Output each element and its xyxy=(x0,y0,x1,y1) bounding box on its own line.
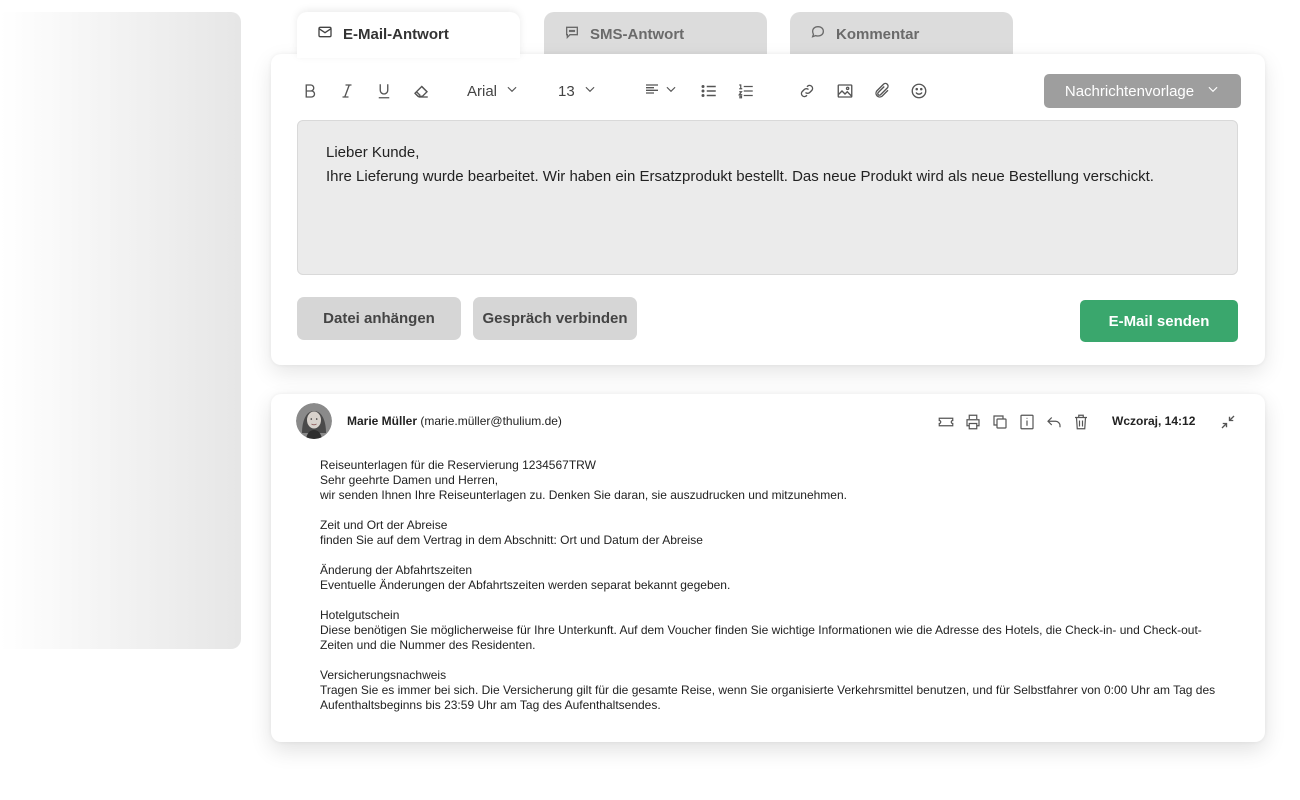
mail-line: Hotelgutschein xyxy=(320,608,400,622)
ticket-icon[interactable] xyxy=(937,413,955,431)
numbered-list-icon[interactable] xyxy=(737,79,755,103)
font-family-value: Arial xyxy=(467,82,498,100)
sender-email: (marie.müller@thulium.de) xyxy=(420,414,562,428)
tab-comment[interactable]: Kommentar xyxy=(790,12,1013,58)
font-size-value: 13 xyxy=(558,82,575,100)
print-icon[interactable] xyxy=(964,413,982,431)
collapse-icon[interactable] xyxy=(1219,413,1237,431)
mail-line: Reiseunterlagen für die Reservierung 123… xyxy=(320,458,596,472)
bold-icon[interactable] xyxy=(301,79,319,103)
trash-icon[interactable] xyxy=(1072,413,1090,431)
editor-line: Lieber Kunde, xyxy=(326,144,420,161)
mail-paragraph: Versicherungsnachweis Tragen Sie es imme… xyxy=(320,668,1220,713)
image-icon[interactable] xyxy=(836,79,854,103)
mail-line: finden Sie auf dem Vertrag in dem Abschn… xyxy=(320,533,703,547)
tab-label: SMS-Antwort xyxy=(590,25,685,43)
tab-label: E-Mail-Antwort xyxy=(343,25,449,43)
mail-line: Eventuelle Änderungen der Abfahrtszeiten… xyxy=(320,578,731,592)
mail-line: Tragen Sie es immer bei sich. Die Versic… xyxy=(320,683,1216,712)
chevron-down-icon xyxy=(505,82,519,100)
mail-body: Reiseunterlagen für die Reservierung 123… xyxy=(320,458,1220,728)
chevron-down-icon xyxy=(583,82,597,100)
mail-date: Wczoraj, 14:12 xyxy=(1112,414,1196,428)
tab-label: Kommentar xyxy=(836,25,920,43)
envelope-icon xyxy=(317,24,333,44)
reply-icon[interactable] xyxy=(1045,413,1063,431)
sender: Marie Müller (marie.müller@thulium.de) xyxy=(347,414,562,428)
underline-icon[interactable] xyxy=(375,79,393,103)
mail-line: Sehr geehrte Damen und Herren, xyxy=(320,473,499,487)
message-template-dropdown[interactable]: Nachrichtenvorlage xyxy=(1044,74,1241,108)
bullet-list-icon[interactable] xyxy=(700,79,718,103)
attach-file-button[interactable]: Datei anhängen xyxy=(297,297,461,340)
mail-line: Zeit und Ort der Abreise xyxy=(320,518,448,532)
link-icon[interactable] xyxy=(798,79,816,103)
editor-line: Ihre Lieferung wurde bearbeitet. Wir hab… xyxy=(326,168,1154,185)
sms-bubble-icon xyxy=(564,24,580,44)
message-editor[interactable]: Lieber Kunde, Ihre Lieferung wurde bearb… xyxy=(297,120,1238,275)
paperclip-icon[interactable] xyxy=(873,79,891,103)
mail-paragraph: Änderung der Abfahrtszeiten Eventuelle Ä… xyxy=(320,563,1220,593)
info-icon[interactable] xyxy=(1018,413,1036,431)
avatar xyxy=(296,403,332,439)
mail-paragraph: Hotelgutschein Diese benötigen Sie mögli… xyxy=(320,608,1220,653)
sender-name: Marie Müller xyxy=(347,414,418,428)
chevron-down-icon xyxy=(1206,82,1220,100)
copy-icon[interactable] xyxy=(991,413,1009,431)
font-family-select[interactable]: Arial xyxy=(467,79,519,103)
mail-actions xyxy=(937,413,1090,431)
mail-paragraph: Reiseunterlagen für die Reservierung 123… xyxy=(320,458,1220,503)
emoji-icon[interactable] xyxy=(910,79,928,103)
comment-bubble-icon xyxy=(810,24,826,44)
mail-line: Versicherungsnachweis xyxy=(320,668,447,682)
chevron-down-icon xyxy=(664,82,678,100)
message-template-label: Nachrichtenvorlage xyxy=(1064,82,1195,100)
mail-line: Änderung der Abfahrtszeiten xyxy=(320,563,473,577)
side-panel xyxy=(0,12,241,649)
align-select[interactable] xyxy=(644,79,678,103)
email-message-card: Marie Müller (marie.müller@thulium.de) W… xyxy=(271,394,1265,742)
mail-paragraph: Zeit und Ort der Abreise finden Sie auf … xyxy=(320,518,1220,548)
editor-card: Arial 13 Nachrichtenvorlage Lieber Kunde… xyxy=(271,54,1265,365)
tab-sms-reply[interactable]: SMS-Antwort xyxy=(544,12,767,58)
font-size-select[interactable]: 13 xyxy=(558,79,597,103)
send-email-button[interactable]: E-Mail senden xyxy=(1080,300,1238,342)
connect-call-button[interactable]: Gespräch verbinden xyxy=(473,297,637,340)
mail-line: wir senden Ihnen Ihre Reiseunterlagen zu… xyxy=(320,488,847,502)
align-left-icon xyxy=(644,81,660,101)
italic-icon[interactable] xyxy=(338,79,356,103)
tab-email-reply[interactable]: E-Mail-Antwort xyxy=(297,12,520,58)
eraser-icon[interactable] xyxy=(412,79,430,103)
mail-line: Diese benötigen Sie möglicherweise für I… xyxy=(320,623,1202,652)
